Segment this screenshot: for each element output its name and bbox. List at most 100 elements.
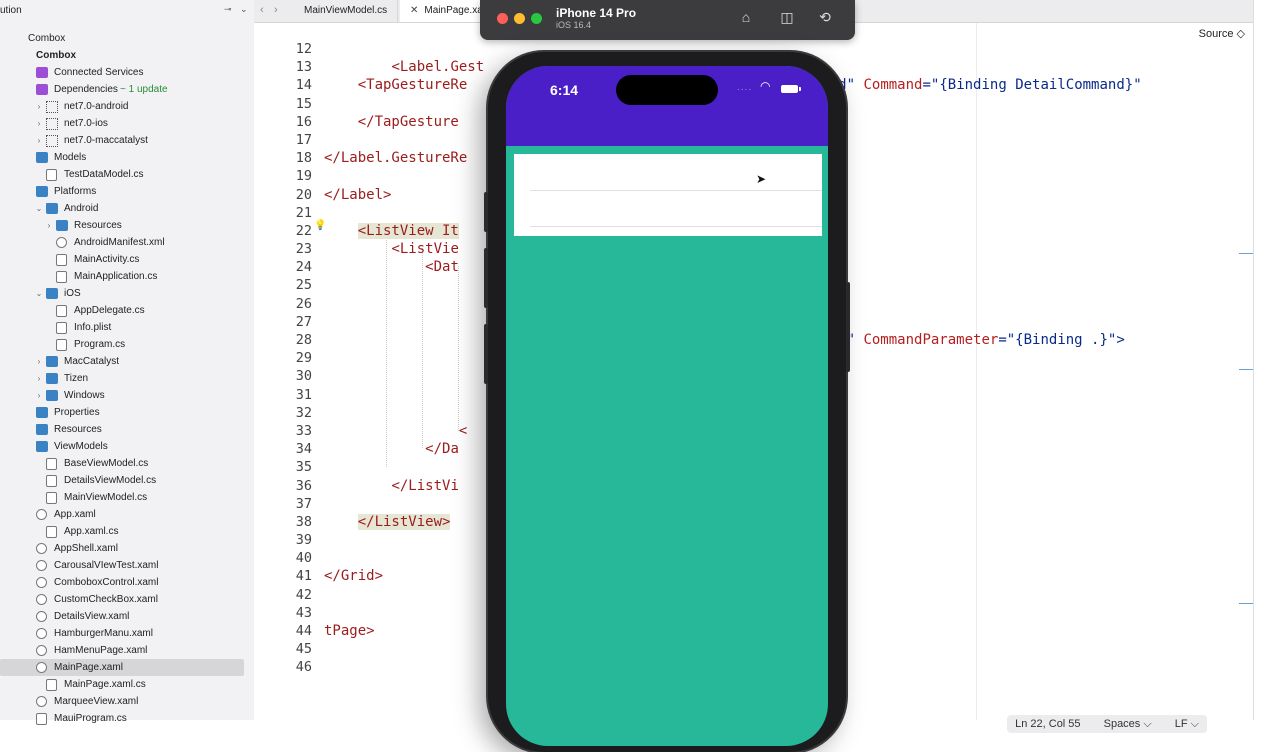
tree-item[interactable]: App.xaml.cs [0,523,254,540]
tree-item[interactable]: Connected Services [0,64,254,81]
folder-icon [36,186,48,197]
tree-item[interactable]: AppDelegate.cs [0,302,254,319]
tree-item[interactable]: Info.plist [0,319,254,336]
line-number: 40 [295,550,312,567]
back-arrow-icon[interactable]: ‹ [260,4,264,16]
tree-item[interactable]: BaseViewModel.cs [0,455,254,472]
home-icon[interactable]: ⌂ [737,9,755,27]
chevron-down-icon[interactable]: ⌄ [240,4,248,15]
phone-screen[interactable]: 6:14 .... ◠ ➤ [506,66,828,746]
overview-ruler[interactable] [1253,0,1280,720]
tree-item[interactable]: › Windows [0,387,254,404]
chevron-right-icon[interactable]: › [34,353,44,370]
tree-item[interactable]: › MacCatalyst [0,353,254,370]
zoom-window-button[interactable] [531,13,542,24]
tree-item[interactable]: TestDataModel.cs [0,166,254,183]
tree-item[interactable]: Program.cs [0,336,254,353]
tree-item[interactable]: HamburgerManu.xaml [0,625,254,642]
tree-item[interactable]: Dependencies ~ 1 update [0,81,254,98]
chevron-down-icon[interactable]: ⌄ [34,200,44,217]
tree-item-label: CarousalVIewTest.xaml [54,560,159,571]
tree-item[interactable]: MainPage.xaml [0,659,244,676]
code-token: </ListView> [357,513,451,530]
tree-item[interactable]: › net7.0-ios [0,115,254,132]
tree-item[interactable]: Properties [0,404,254,421]
chevron-down-icon[interactable]: ⌄ [34,285,44,302]
signal-icon: .... [737,82,753,93]
file-icon [36,713,47,725]
line-number: 43 [295,604,312,621]
solution-root-label[interactable]: Combox [28,33,65,44]
chevron-right-icon[interactable]: › [34,115,44,132]
folder-icon [56,220,68,231]
tree-item[interactable]: ⌄ Android [0,200,254,217]
tree-item[interactable]: ViewModels [0,438,254,455]
tree-item[interactable]: Models [0,149,254,166]
file-icon [46,526,57,538]
tree-item[interactable]: App.xaml [0,506,254,523]
iphone-simulator: 6:14 .... ◠ ➤ [484,52,850,752]
folder-icon [46,390,58,401]
tree-item-label: Resources [74,220,122,231]
tree-item[interactable]: MainViewModel.cs [0,489,254,506]
tree-item[interactable]: › Resources [0,217,254,234]
tree-item[interactable]: MainActivity.cs [0,251,254,268]
pin-icon[interactable]: ⊸ [224,4,232,15]
tree-item[interactable]: › net7.0-android [0,98,254,115]
xaml-file-icon [36,662,47,673]
tree-item[interactable]: ⌄ iOS [0,285,254,302]
xaml-file-icon [36,560,47,571]
list-item-separator [530,190,822,191]
tree-item[interactable]: Platforms [0,183,254,200]
chevron-right-icon[interactable]: › [34,370,44,387]
camera-icon[interactable]: ◫ [778,9,796,27]
file-icon [56,322,67,334]
tree-item[interactable]: MainPage.xaml.cs [0,676,254,693]
tree-item[interactable]: AndroidManifest.xml [0,234,254,251]
service-icon [36,67,48,78]
editor-status-bar: Ln 22, Col 55 Spaces ⌵ LF ⌵ [1007,715,1207,733]
list-view[interactable] [514,154,822,236]
chevron-right-icon[interactable]: › [44,217,54,234]
tree-item[interactable]: MainApplication.cs [0,268,254,285]
ruler-mark [1239,603,1253,604]
tree-item-label: Program.cs [74,339,126,350]
tree-item[interactable]: MarqueeView.xaml [0,693,254,710]
tab-mainviewmodel[interactable]: MainViewModel.cs [294,0,399,22]
tree-item-label: ViewModels [54,441,108,452]
tree-item[interactable]: › Tizen [0,370,254,387]
tree-item[interactable]: DetailsView.xaml [0,608,254,625]
tree-item-label: MainActivity.cs [74,254,140,265]
code-token: </Label> [324,186,392,203]
tree-item[interactable]: MauiProgram.cs [0,710,254,727]
file-icon [46,475,57,487]
close-tab-icon[interactable]: ✕ [410,5,418,16]
simulator-toolbar: iPhone 14 Pro iOS 16.4 ⌂ ◫ ⟲ [480,0,855,40]
wifi-icon: ◠ [760,79,771,93]
tree-item-label: MainViewModel.cs [64,492,148,503]
tree-item[interactable]: Resources [0,421,254,438]
rotate-icon[interactable]: ⟲ [816,9,834,27]
chevron-right-icon[interactable]: › [34,132,44,149]
tree-item[interactable]: Combox [0,47,254,64]
tree-item[interactable]: HamMenuPage.xaml [0,642,254,659]
line-number: 21 [295,204,312,221]
tree-item[interactable]: CustomCheckBox.xaml [0,591,254,608]
tree-item[interactable]: AppShell.xaml [0,540,254,557]
tree-item[interactable]: ComboboxControl.xaml [0,574,254,591]
chevron-right-icon[interactable]: › [34,98,44,115]
chevron-right-icon[interactable]: › [34,387,44,404]
code-token: tPage> [324,623,375,639]
minimize-window-button[interactable] [514,13,525,24]
source-view-selector[interactable]: Source ◇ [1199,27,1245,40]
tree-item[interactable]: DetailsViewModel.cs [0,472,254,489]
xaml-file-icon [36,628,47,639]
tree-item[interactable]: CarousalVIewTest.xaml [0,557,254,574]
forward-arrow-icon[interactable]: › [274,4,278,16]
close-window-button[interactable] [497,13,508,24]
tree-item[interactable]: › net7.0-maccatalyst [0,132,254,149]
tree-item-label: HamMenuPage.xaml [54,645,148,656]
solution-tree: Combox Connected Services Dependencies ~ 1 … [0,47,254,727]
